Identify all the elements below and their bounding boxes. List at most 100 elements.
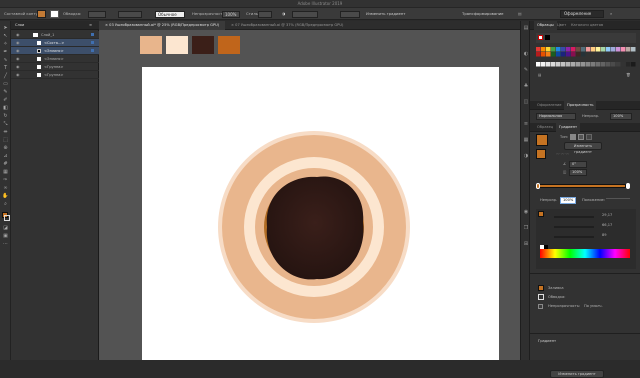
edit-gradient-button[interactable]: Изменить градиент (366, 10, 406, 18)
swatch-cell[interactable] (621, 47, 626, 52)
stroke-icon[interactable]: ≡ (523, 121, 529, 127)
slider-value[interactable]: 66,17 (602, 223, 612, 227)
brush-tool-icon[interactable]: ✎ (2, 89, 9, 96)
swatch-cell[interactable] (556, 62, 561, 67)
edit-gradient-bottom-button[interactable]: Изменить градиент (550, 370, 604, 378)
brushes-icon[interactable]: ✎ (523, 67, 529, 73)
transparency-icon[interactable]: ◑ (523, 153, 529, 159)
eye-icon[interactable]: ◉ (16, 31, 20, 39)
swatch-cell[interactable] (631, 47, 636, 52)
gradient-stop-left[interactable] (536, 183, 540, 189)
screen-mode-icon[interactable]: ▣ (2, 233, 9, 240)
swatch-cell[interactable] (551, 62, 556, 67)
type-tool-icon[interactable]: T (2, 65, 9, 72)
gradient-icon[interactable]: ▦ (523, 137, 529, 143)
location-slider[interactable] (606, 198, 630, 199)
brush-dropdown[interactable]: Обычное (155, 11, 185, 18)
swatch-cell[interactable] (581, 62, 586, 67)
swatch-cell[interactable] (546, 52, 551, 57)
variable-width-dropdown[interactable] (118, 11, 142, 18)
swatch-cell[interactable] (561, 47, 566, 52)
draw-mode-icon[interactable]: ◪ (2, 225, 9, 232)
color-spectrum[interactable] (540, 249, 630, 258)
layer-row[interactable]: ◉ <Соста...> (11, 39, 99, 47)
tab-color-guide[interactable]: Каталоги цветов (568, 21, 606, 30)
swatch-cell[interactable] (576, 52, 581, 57)
shaper-tool-icon[interactable]: ✐ (2, 97, 9, 104)
doc-tab[interactable]: × 07 Ушеобразованный.ai @ 37% (RGB/Предп… (225, 21, 349, 30)
tab-gradient[interactable]: Градиент (556, 123, 581, 132)
layers-icon[interactable]: ❒ (523, 225, 529, 231)
swatch-cell[interactable] (601, 62, 606, 67)
stroke-appearance-swatch[interactable] (538, 294, 544, 300)
grad-preset-dropdown[interactable] (292, 11, 318, 18)
gradient-stop-right[interactable] (626, 183, 630, 189)
swatch-cell[interactable] (541, 47, 546, 52)
layer-row[interactable]: ◉ <Группа> (11, 63, 99, 71)
swatch-cell[interactable] (551, 47, 556, 52)
selection-indicator[interactable] (91, 41, 94, 44)
slider-value[interactable]: 89 (602, 233, 607, 237)
tab-color[interactable]: Цвет (554, 21, 569, 30)
line-tool-icon[interactable]: ╱ (2, 73, 9, 80)
swatch-cell[interactable] (571, 62, 576, 67)
selection-indicator[interactable] (91, 49, 94, 52)
perspective-icon[interactable]: ⊿ (2, 153, 9, 160)
graphic-styles-icon[interactable]: ◫ (523, 99, 529, 105)
radial-gradient-icon[interactable] (578, 134, 584, 140)
panel-menu-icon[interactable]: ≡ (89, 23, 92, 27)
freeform-gradient-icon[interactable] (586, 134, 592, 140)
blend-mode-dropdown[interactable]: Нормальная (536, 113, 576, 120)
swatch-cell[interactable] (536, 47, 541, 52)
swatch-cell[interactable] (586, 62, 591, 67)
swatch-cell[interactable] (576, 62, 581, 67)
fill-appearance-swatch[interactable] (538, 285, 544, 291)
zoom-tool-icon[interactable]: ⌕ (2, 201, 9, 208)
width-tool-icon[interactable]: ⇹ (2, 129, 9, 136)
opacity-dropdown[interactable]: 100% (222, 11, 240, 18)
swatch-cell[interactable] (596, 47, 601, 52)
none-swatch[interactable] (538, 35, 543, 40)
swatch-cell[interactable] (536, 52, 541, 57)
swatch-cell[interactable] (546, 62, 551, 67)
appearance-icon[interactable]: ◉ (523, 209, 529, 215)
hand-tool-icon[interactable]: ✋ (2, 193, 9, 200)
gradient-tool-icon[interactable]: ▦ (2, 169, 9, 176)
grad-type-dropdown[interactable] (340, 11, 360, 18)
stroke-weight-dropdown[interactable] (88, 11, 106, 18)
swatch-cell[interactable] (571, 47, 576, 52)
swatch-cell[interactable] (566, 47, 571, 52)
color-icon[interactable]: ◐ (523, 51, 529, 57)
swatch-cell[interactable] (606, 62, 611, 67)
swatch-grid-svg[interactable] (536, 45, 636, 71)
swatch-cell[interactable] (621, 62, 626, 67)
stroke-color-box[interactable] (4, 215, 10, 221)
black-swatch[interactable] (544, 245, 548, 249)
gradient-bar[interactable] (538, 184, 626, 188)
palette-swatch[interactable] (192, 36, 214, 54)
swatch-cell[interactable] (616, 47, 621, 52)
layer-row[interactable]: ◉ <Группа> (11, 71, 99, 79)
swatch-grid[interactable] (536, 45, 636, 71)
style-dropdown[interactable] (258, 11, 272, 18)
fill-swatch[interactable] (37, 10, 46, 18)
opacity-checkbox[interactable] (538, 304, 543, 309)
arrange-icon[interactable]: ▤ (518, 10, 522, 18)
slider-value[interactable]: 29,17 (602, 213, 612, 217)
align-icon[interactable]: ◑ (282, 10, 285, 18)
tab-transparency[interactable]: Прозрачность (564, 101, 597, 110)
eye-icon[interactable]: ◉ (16, 63, 20, 71)
slider-track[interactable] (554, 226, 594, 228)
slider-track[interactable] (554, 216, 594, 218)
fill-stroke-selector[interactable] (536, 149, 546, 159)
swatch-cell[interactable] (561, 52, 566, 57)
swatch-library-icon[interactable]: ▤ (538, 73, 541, 77)
swatch-cell[interactable] (581, 52, 586, 57)
swatch-cell[interactable] (581, 47, 586, 52)
swatch-cell[interactable] (626, 62, 631, 67)
aspect-ratio-field[interactable]: 100% (569, 169, 587, 176)
swatch-cell[interactable] (546, 47, 551, 52)
slider-track[interactable] (554, 236, 594, 238)
swatch-cell[interactable] (571, 52, 576, 57)
swatch-cell[interactable] (611, 47, 616, 52)
